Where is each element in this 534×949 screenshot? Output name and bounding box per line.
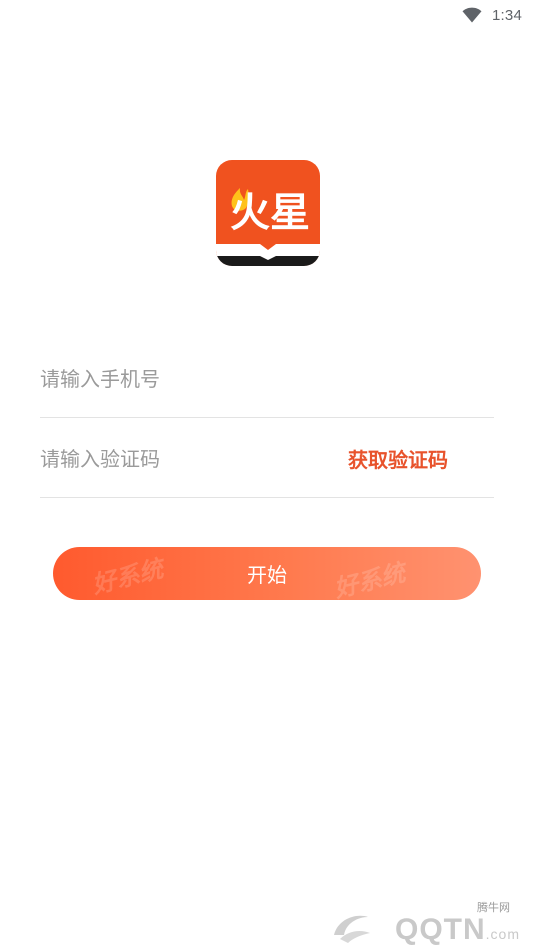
wifi-icon xyxy=(462,7,482,23)
watermark-domain: .com xyxy=(485,926,520,942)
button-watermark: 好系统 xyxy=(89,554,166,600)
phone-input[interactable] xyxy=(40,358,320,399)
logo-text: 火星 xyxy=(230,190,310,236)
code-field-row: 获取验证码 xyxy=(40,420,494,498)
start-button[interactable]: 好系统 好系统 开始 xyxy=(53,547,481,600)
button-watermark: 好系统 xyxy=(331,558,408,600)
verification-code-input[interactable] xyxy=(40,438,320,479)
phone-field-row xyxy=(40,340,494,418)
watermark-brand: QQTN.com xyxy=(395,913,520,947)
site-watermark: 腾牛网 QQTN.com xyxy=(328,899,528,947)
start-button-label: 开始 xyxy=(247,563,287,587)
swirl-logo-icon xyxy=(334,915,370,943)
get-code-button[interactable]: 获取验证码 xyxy=(348,444,448,473)
status-time: 1:34 xyxy=(492,6,522,24)
watermark-brand-text: QQTN xyxy=(394,913,486,946)
app-logo: 火星 xyxy=(216,160,320,266)
status-bar: 1:34 xyxy=(0,0,534,30)
